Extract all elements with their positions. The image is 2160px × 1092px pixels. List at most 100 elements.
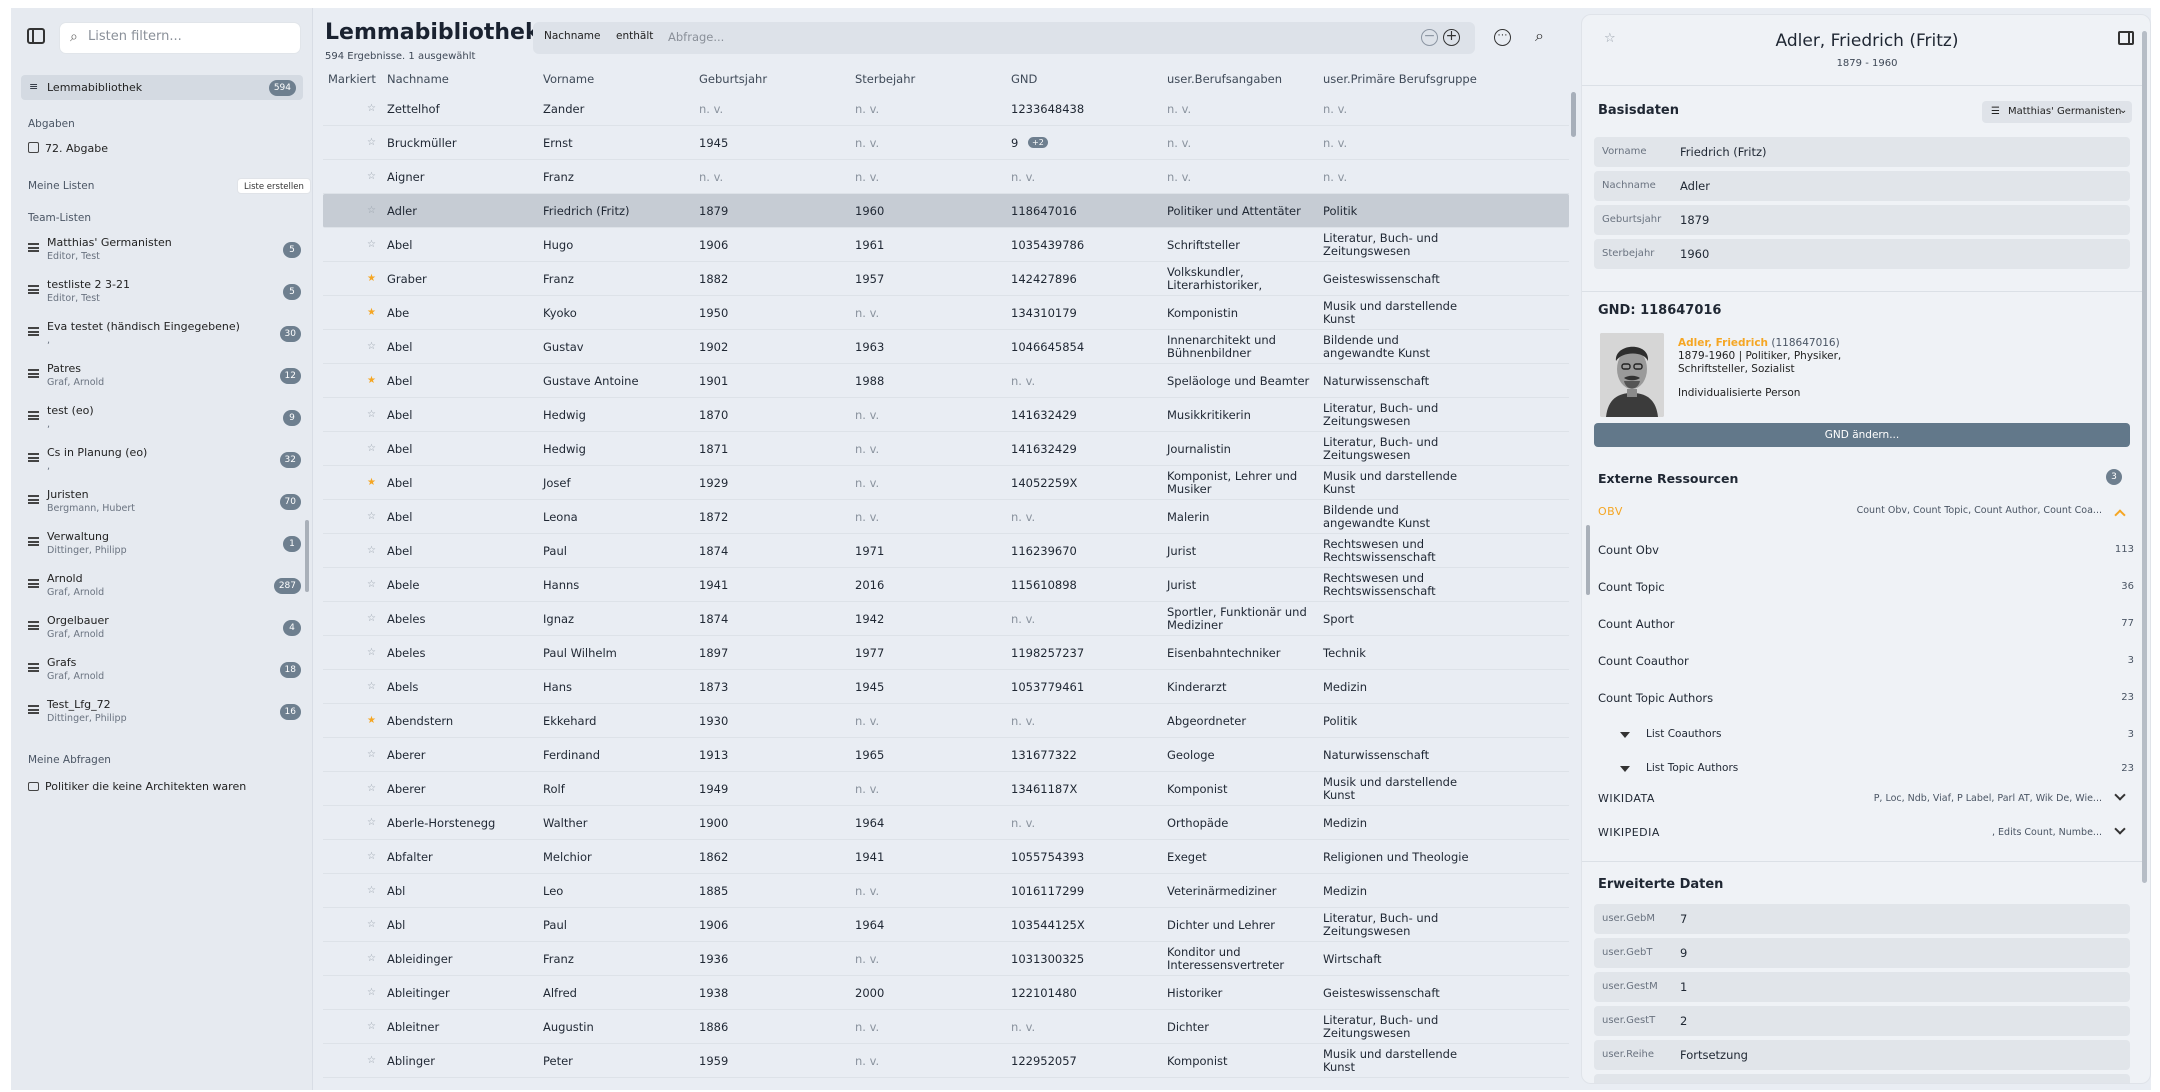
- detail-scrollbar[interactable]: [2142, 31, 2147, 883]
- table-scrollbar[interactable]: [1571, 92, 1576, 137]
- table-row[interactable]: ★ Abe Kyoko 1950 n. v. 134310179 Komponistin Mu…: [323, 296, 1569, 330]
- star-icon[interactable]: ☆: [367, 579, 376, 590]
- col-sterbejahr[interactable]: Sterbejahr: [855, 72, 915, 86]
- star-icon[interactable]: ☆: [367, 137, 376, 148]
- star-icon[interactable]: ☆: [367, 239, 376, 250]
- resize-handle[interactable]: [1586, 525, 1590, 595]
- table-row[interactable]: ☆ Ableitinger Alfred 1938 2000 122101480 Histo…: [323, 976, 1569, 1010]
- table-row[interactable]: ☆ Abel Hugo 1906 1961 1035439786 Schriftstelle…: [323, 228, 1569, 262]
- remove-condition-icon[interactable]: −: [1421, 29, 1438, 46]
- table-row[interactable]: ★ Graber Franz 1882 1957 142427896 Volkskundle…: [323, 262, 1569, 296]
- star-icon[interactable]: ☆: [367, 919, 376, 930]
- create-list-button[interactable]: Liste erstellen: [237, 178, 311, 194]
- table-row[interactable]: ☆ Abl Leo 1885 n. v. 1016117299 Veterinärmediz…: [323, 874, 1569, 908]
- star-icon[interactable]: ☆: [367, 545, 376, 556]
- table-row[interactable]: ☆ Abel Gustav 1902 1963 1046645854 Innenarchit…: [323, 330, 1569, 364]
- star-icon[interactable]: ☆: [367, 171, 376, 182]
- gnd-extra-badge[interactable]: +2: [1028, 137, 1048, 148]
- sidebar-scrollbar[interactable]: [305, 520, 309, 592]
- sidebar-item-library[interactable]: ≡ Lemmabibliothek 594: [21, 75, 303, 100]
- extended-field[interactable]: user.GestM 1: [1594, 972, 2130, 1002]
- table-row[interactable]: ☆ Abel Paul 1874 1971 116239670 Jurist Rechtswe…: [323, 534, 1569, 568]
- star-icon[interactable]: ★: [367, 273, 376, 284]
- extended-field[interactable]: user.PND-ID 118647016: [1594, 1074, 2130, 1083]
- chevron-down-icon[interactable]: [2114, 789, 2126, 801]
- search-icon[interactable]: ⌕: [1535, 26, 1544, 46]
- extended-field[interactable]: user.GestT 2: [1594, 1006, 2130, 1036]
- col-vorname[interactable]: Vorname: [543, 72, 594, 86]
- basis-field[interactable]: Vorname Friedrich (Fritz): [1594, 137, 2130, 167]
- filter-input[interactable]: [88, 29, 288, 44]
- team-list-item[interactable]: Grafs Graf, Arnold 18: [11, 654, 313, 694]
- list-dropdown[interactable]: ☰ Matthias' Germanisten ⌄: [1982, 101, 2132, 123]
- extended-field[interactable]: user.Reihe Fortsetzung: [1594, 1040, 2130, 1070]
- table-row[interactable]: ☆ Abeles Ignaz 1874 1942 n. v. Sportler, Funkt…: [323, 602, 1569, 636]
- star-icon[interactable]: ☆: [367, 783, 376, 794]
- star-icon[interactable]: ★: [367, 307, 376, 318]
- star-icon[interactable]: ★: [367, 715, 376, 726]
- wikidata-label[interactable]: WIKIDATA: [1598, 792, 1655, 805]
- table-row[interactable]: ☆ Abele Hanns 1941 2016 115610898 Jurist Rechts…: [323, 568, 1569, 602]
- extended-field[interactable]: user.GebM 7: [1594, 904, 2130, 934]
- star-icon[interactable]: ★: [367, 375, 376, 386]
- star-icon[interactable]: ☆: [367, 987, 376, 998]
- star-icon[interactable]: ☆: [367, 851, 376, 862]
- sidebar-item-abgabe[interactable]: 72. Abgabe: [28, 142, 108, 155]
- team-list-item[interactable]: Arnold Graf, Arnold 287: [11, 570, 313, 610]
- team-list-item[interactable]: Verwaltung Dittinger, Philipp 1: [11, 528, 313, 568]
- table-row[interactable]: ☆ Bruckmüller Ernst 1945 n. v. 9 +2 n. v. n. v.: [323, 126, 1569, 160]
- star-icon[interactable]: ☆: [367, 1055, 376, 1066]
- col-gnd[interactable]: GND: [1011, 72, 1037, 86]
- table-row[interactable]: ☆ Abfalter Melchior 1862 1941 1055754393 Exege…: [323, 840, 1569, 874]
- star-icon[interactable]: ☆: [367, 647, 376, 658]
- team-list-item[interactable]: Juristen Bergmann, Hubert 70: [11, 486, 313, 526]
- table-row[interactable]: ☆ Ableitner Augustin 1886 n. v. n. v. Dichter L…: [323, 1010, 1569, 1044]
- table-row[interactable]: ☆ Abl Paul 1906 1964 103544125X Dichter und Le…: [323, 908, 1569, 942]
- col-geburtsjahr[interactable]: Geburtsjahr: [699, 72, 767, 86]
- query-field-select[interactable]: Nachname: [544, 30, 601, 42]
- panel-toggle-icon[interactable]: [2118, 31, 2134, 45]
- change-gnd-button[interactable]: GND ändern...: [1594, 423, 2130, 447]
- star-icon[interactable]: ☆: [367, 443, 376, 454]
- table-row[interactable]: ☆ Ablinger Peter 1959 n. v. 122952057 Komponis…: [323, 1044, 1569, 1078]
- star-icon[interactable]: ★: [367, 477, 376, 488]
- table-row[interactable]: ☆ Aberer Ferdinand 1913 1965 131677322 Geologe…: [323, 738, 1569, 772]
- query-input[interactable]: [668, 30, 1228, 44]
- star-icon[interactable]: ☆: [367, 885, 376, 896]
- extended-field[interactable]: user.GebT 9: [1594, 938, 2130, 968]
- basis-field[interactable]: Sterbejahr 1960: [1594, 239, 2130, 269]
- table-row[interactable]: ☆ Abeles Paul Wilhelm 1897 1977 1198257237 Eis…: [323, 636, 1569, 670]
- team-list-item[interactable]: Orgelbauer Graf, Arnold 4: [11, 612, 313, 652]
- star-icon[interactable]: ☆: [367, 613, 376, 624]
- table-row[interactable]: ☆ Aigner Franz n. v. n. v. n. v. n. v. n. v.: [323, 160, 1569, 194]
- star-icon[interactable]: ☆: [367, 953, 376, 964]
- star-icon[interactable]: ☆: [367, 681, 376, 692]
- star-icon[interactable]: ☆: [367, 341, 376, 352]
- table-row[interactable]: ☆ Aberer Rolf 1949 n. v. 13461187X Komponist Mu…: [323, 772, 1569, 806]
- table-row[interactable]: ☆ Abel Leona 1872 n. v. n. v. Malerin Bildende …: [323, 500, 1569, 534]
- table-row[interactable]: ☆ Abel Hedwig 1870 n. v. 141632429 Musikkritik…: [323, 398, 1569, 432]
- table-row[interactable]: ☆ Aberle-Horstenegg Walther 1900 1964 n. v. Or…: [323, 806, 1569, 840]
- star-icon[interactable]: ☆: [367, 103, 376, 114]
- team-list-item[interactable]: Test_Lfg_72 Dittinger, Philipp 16: [11, 696, 313, 736]
- col-berufsangaben[interactable]: user.Berufsangaben: [1167, 72, 1282, 86]
- table-row[interactable]: ★ Abel Gustave Antoine 1901 1988 n. v. Speläol…: [323, 364, 1569, 398]
- table-row[interactable]: ☆ Abels Hans 1873 1945 1053779461 Kinderarzt Me…: [323, 670, 1569, 704]
- star-icon[interactable]: ☆: [367, 1021, 376, 1032]
- add-condition-icon[interactable]: +: [1443, 29, 1460, 46]
- table-row[interactable]: ★ Abel Josef 1929 n. v. 14052259X Komponist, L…: [323, 466, 1569, 500]
- table-row[interactable]: ☆ Zettelhof Zander n. v. n. v. 1233648438 n. v…: [323, 92, 1569, 126]
- star-icon[interactable]: ☆: [367, 749, 376, 760]
- table-row[interactable]: ★ Abendstern Ekkehard 1930 n. v. n. v. Abgeord…: [323, 704, 1569, 738]
- team-list-item[interactable]: Matthias' Germanisten Editor, Test 5: [11, 234, 313, 274]
- team-list-item[interactable]: test (eo), 9: [11, 402, 313, 442]
- table-row[interactable]: Musik und darstellende: [323, 1078, 1569, 1091]
- more-options-icon[interactable]: ⋯: [1494, 29, 1511, 46]
- expand-triangle-icon[interactable]: [1620, 766, 1630, 772]
- wikipedia-label[interactable]: WIKIPEDIA: [1598, 826, 1660, 839]
- star-icon[interactable]: ☆: [367, 205, 376, 216]
- obv-label[interactable]: OBV: [1598, 505, 1623, 518]
- sidebar-toggle-icon[interactable]: [27, 28, 45, 44]
- star-icon[interactable]: ☆: [367, 409, 376, 420]
- table-row[interactable]: ☆ Adler Friedrich (Fritz) 1879 1960 118647016…: [323, 194, 1569, 228]
